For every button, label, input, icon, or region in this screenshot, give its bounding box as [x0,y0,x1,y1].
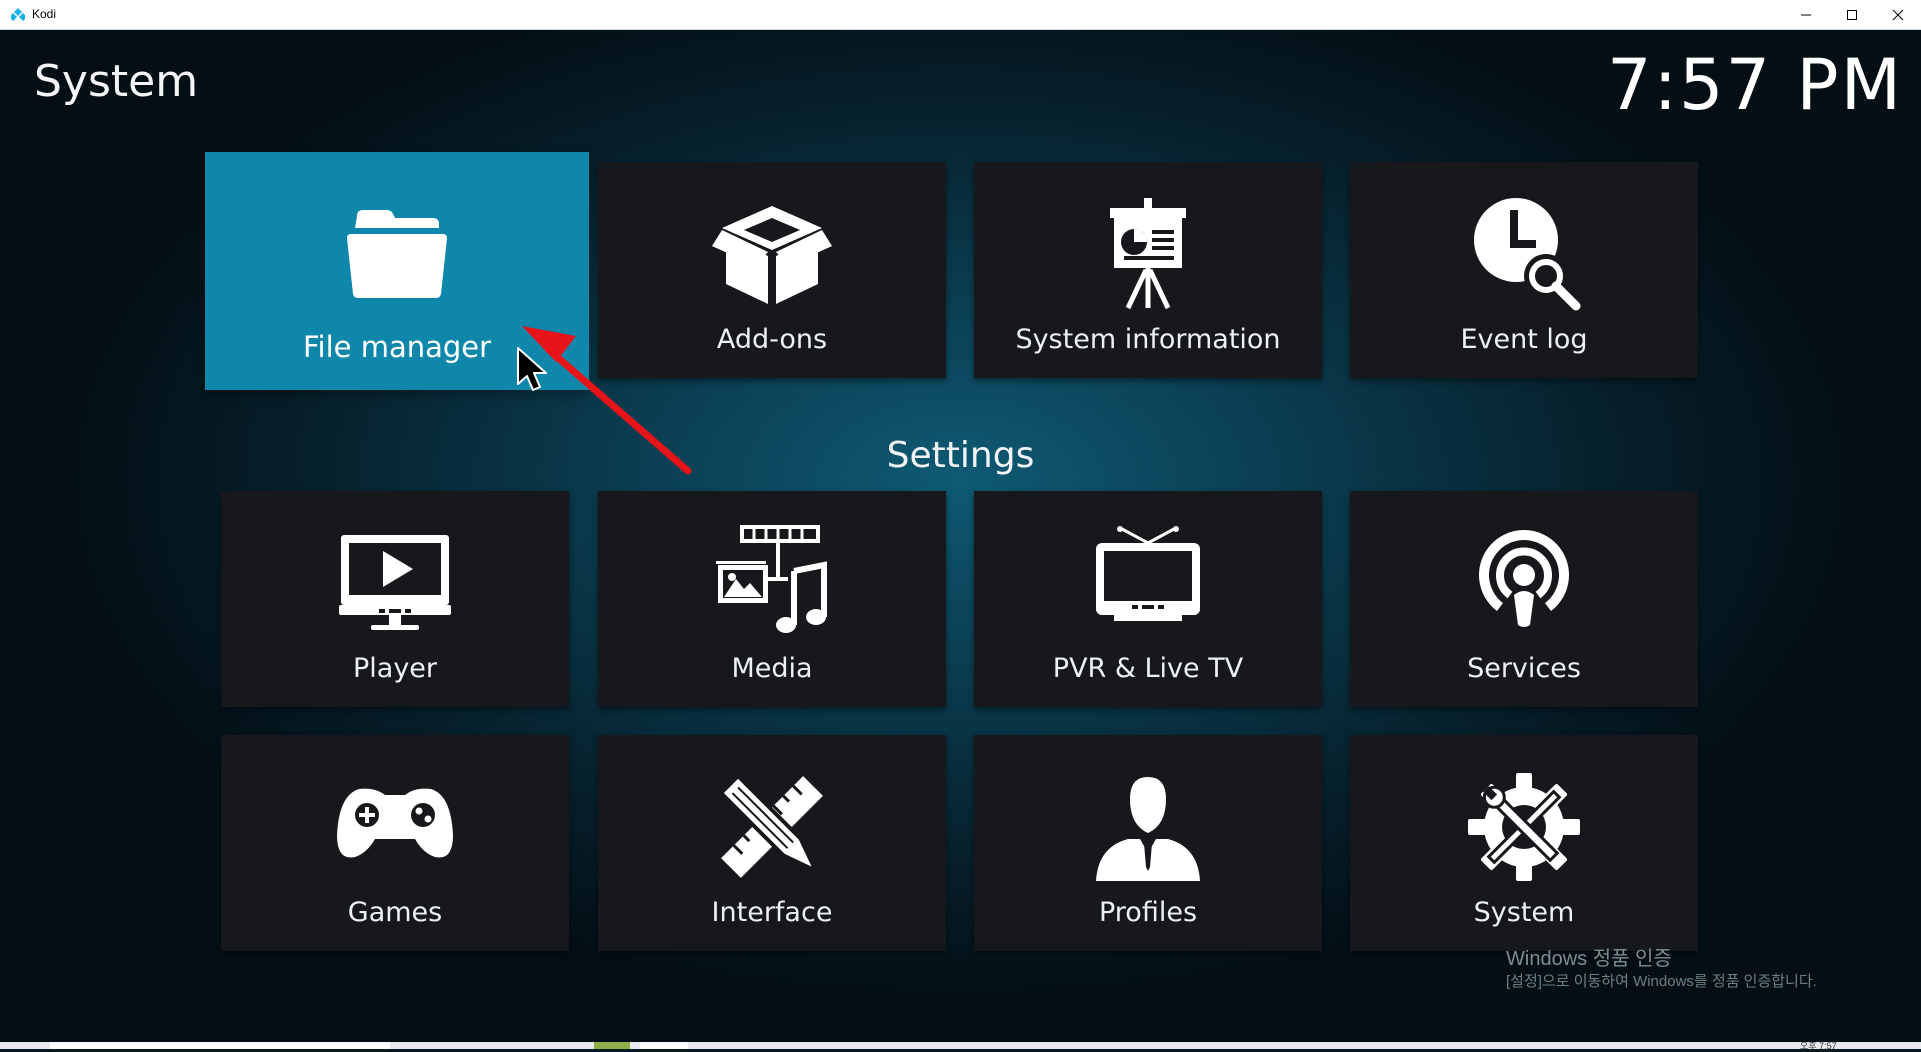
windows-taskbar: 오후 7:57 [0,1039,1921,1052]
tile-event-log[interactable]: Event log [1350,162,1698,378]
taskbar-app-icon[interactable] [640,1042,688,1049]
kodi-system-screen: System 7:57 PM File manager Add-ons Syst… [0,30,1921,1042]
tile-label: File manager [302,330,492,364]
media-library-icon [716,525,827,633]
pencil-ruler-icon [719,774,823,878]
tile-label: System information [1015,324,1281,355]
tile-label: Games [347,897,443,928]
page-title: System [34,56,199,107]
tile-label: Interface [711,897,833,928]
window-titlebar: Kodi [0,0,1921,30]
settings-heading: Settings [886,435,1035,476]
taskbar-app-icon[interactable] [594,1042,630,1049]
tile-profiles[interactable]: Profiles [974,735,1322,951]
tile-label: Media [731,653,813,684]
tile-games[interactable]: Games [221,735,569,951]
tv-antenna-icon [1096,526,1200,621]
tile-label: PVR & Live TV [1052,653,1244,684]
tile-system-information[interactable]: System information [974,162,1322,378]
monitor-play-icon [339,535,451,630]
minimize-button[interactable] [1783,0,1829,30]
tile-label: Player [352,653,438,684]
close-icon [1892,9,1904,21]
folder-icon [347,210,447,298]
presentation-board-icon [1110,198,1186,310]
tile-add-ons[interactable]: Add-ons [598,162,946,378]
broadcast-person-icon [1479,530,1569,627]
tile-file-manager[interactable]: File manager [205,152,589,390]
tile-player[interactable]: Player [221,491,569,707]
tile-label: Event log [1460,324,1588,355]
tile-media[interactable]: Media [598,491,946,707]
taskbar-search[interactable] [50,1042,390,1049]
tile-label: Services [1467,653,1581,684]
tile-interface[interactable]: Interface [598,735,946,951]
maximize-button[interactable] [1829,0,1875,30]
windows-activation-title: Windows 정품 인증 [1506,948,1672,970]
addons-box-icon [712,206,832,304]
tile-pvr-live-tv[interactable]: PVR & Live TV [974,491,1322,707]
gear-tools-icon [1468,773,1580,881]
tile-label: System [1473,897,1575,928]
maximize-icon [1847,10,1857,20]
tile-services[interactable]: Services [1350,491,1698,707]
clock: 7:57 PM [1606,44,1903,126]
windows-activation-subtitle: [설정]으로 이동하여 Windows를 정품 인증합니다. [1506,973,1817,990]
tray-clock[interactable]: 오후 7:57 [1800,1039,1837,1052]
gamepad-icon [337,788,453,858]
kodi-logo-icon [11,8,25,21]
minimize-icon [1801,14,1811,16]
close-button[interactable] [1875,0,1921,30]
tile-system[interactable]: System [1350,735,1698,951]
tile-label: Add-ons [716,324,828,355]
clock-search-icon [1474,198,1581,311]
tile-label: Profiles [1098,897,1198,928]
window-title: Kodi [32,7,57,21]
user-profile-icon [1096,777,1200,881]
